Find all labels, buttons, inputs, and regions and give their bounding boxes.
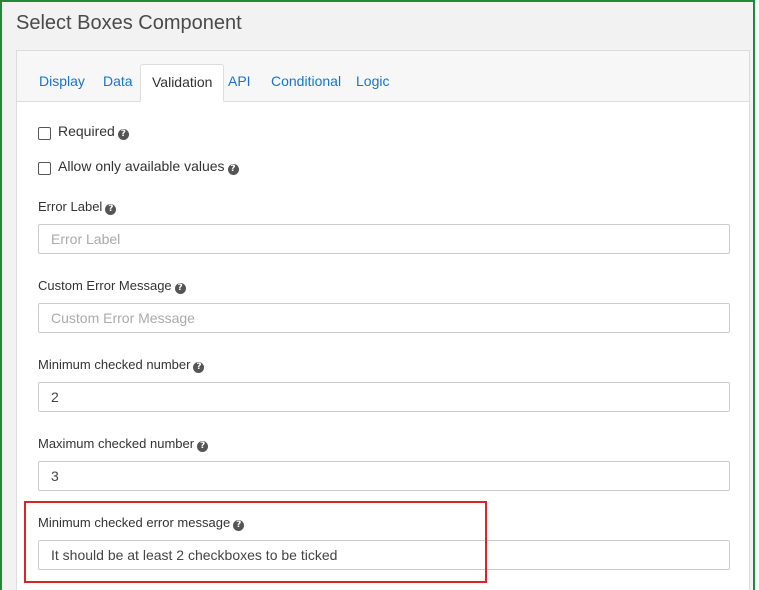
help-icon[interactable]: ? — [197, 441, 209, 452]
window-frame: Select Boxes Component Display Data Vali… — [0, 0, 755, 590]
help-icon[interactable]: ? — [193, 362, 205, 373]
help-icon[interactable]: ? — [174, 283, 186, 294]
tab-data[interactable]: Data — [92, 64, 144, 101]
help-icon[interactable]: ? — [105, 204, 117, 215]
custom-error-text: Custom Error Message — [38, 278, 172, 293]
max-checked-input[interactable]: 3 — [38, 461, 730, 491]
custom-error-input[interactable]: Custom Error Message — [38, 303, 730, 333]
error-label-text: Error Label — [38, 199, 103, 214]
window-title: Select Boxes Component — [16, 12, 242, 34]
min-checked-input[interactable]: 2 — [38, 382, 730, 412]
only-available-checkbox[interactable] — [38, 162, 51, 175]
required-label: Required — [58, 123, 115, 139]
required-label-wrap: Required? — [58, 123, 129, 140]
tab-api[interactable]: API — [217, 64, 262, 101]
min-checked-text: Minimum checked number — [38, 357, 191, 372]
tab-display[interactable]: Display — [28, 64, 96, 101]
only-available-label-wrap: Allow only available values? — [58, 158, 239, 175]
max-checked-text: Maximum checked number — [38, 436, 195, 451]
help-icon[interactable]: ? — [227, 164, 239, 175]
error-label-heading: Error Label? — [38, 199, 117, 215]
highlight-annotation — [24, 501, 487, 583]
only-available-label: Allow only available values — [58, 158, 225, 174]
required-checkbox[interactable] — [38, 127, 51, 140]
help-icon[interactable]: ? — [117, 129, 129, 140]
tab-validation[interactable]: Validation — [140, 64, 225, 102]
tab-bar: Display Data Validation API Conditional … — [17, 51, 749, 102]
tab-logic[interactable]: Logic — [345, 64, 400, 101]
tab-conditional[interactable]: Conditional — [260, 64, 352, 101]
max-checked-heading: Maximum checked number? — [38, 436, 209, 452]
custom-error-heading: Custom Error Message? — [38, 278, 186, 294]
min-checked-heading: Minimum checked number? — [38, 357, 205, 373]
error-label-input[interactable]: Error Label — [38, 224, 730, 254]
